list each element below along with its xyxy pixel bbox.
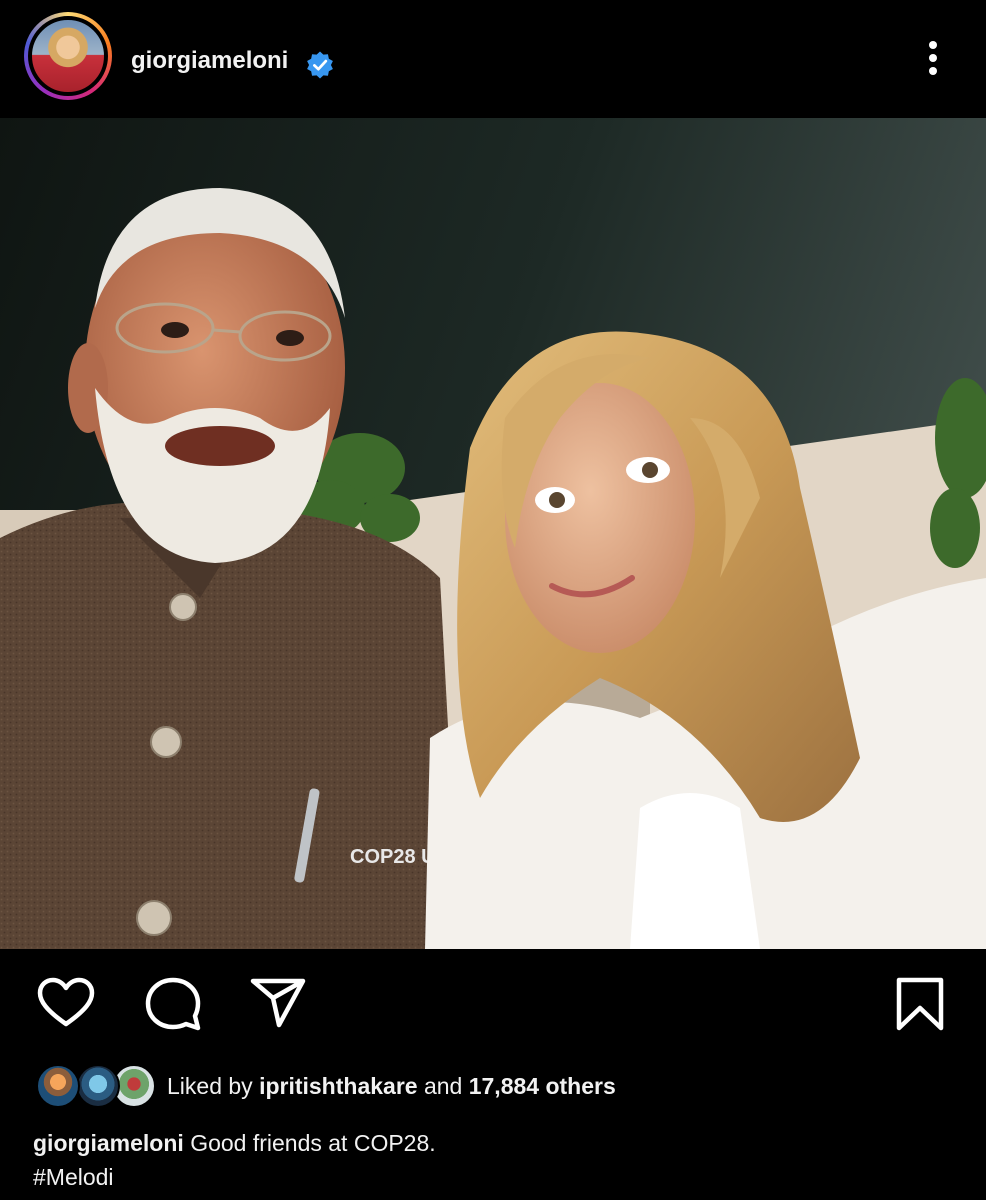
post-username[interactable]: giorgiameloni (131, 47, 288, 75)
send-icon[interactable] (248, 976, 308, 1032)
likes-summary: Liked by ipritishthakare and 17,884 othe… (167, 1073, 616, 1100)
avatar-story-ring[interactable] (24, 12, 112, 100)
post-actions (0, 960, 986, 1040)
likes-prefix: Liked by (167, 1073, 260, 1099)
comment-icon[interactable] (143, 976, 203, 1032)
more-options-icon[interactable] (918, 38, 948, 78)
bookmark-icon[interactable] (890, 976, 950, 1032)
avatar[interactable] (28, 16, 108, 96)
liker-avatar[interactable] (36, 1064, 80, 1108)
post-caption: giorgiameloni Good friends at COP28. #Me… (33, 1126, 436, 1194)
verified-badge-icon (307, 51, 333, 79)
likes-row[interactable]: Liked by ipritishthakare and 17,884 othe… (36, 1064, 976, 1110)
likes-middle: and (417, 1073, 469, 1099)
liker-username[interactable]: ipritishthakare (259, 1073, 418, 1099)
photo-illustration: COP28 UAE (0, 118, 986, 949)
caption-text: Good friends at COP28. (190, 1130, 436, 1156)
liker-avatar[interactable] (76, 1064, 120, 1108)
post-photo[interactable]: COP28 UAE (0, 118, 986, 949)
caption-username[interactable]: giorgiameloni (33, 1130, 184, 1156)
heart-icon[interactable] (36, 976, 96, 1032)
post-header: giorgiameloni (0, 0, 986, 118)
likes-count[interactable]: 17,884 others (469, 1073, 616, 1099)
caption-hashtag[interactable]: #Melodi (33, 1160, 436, 1194)
